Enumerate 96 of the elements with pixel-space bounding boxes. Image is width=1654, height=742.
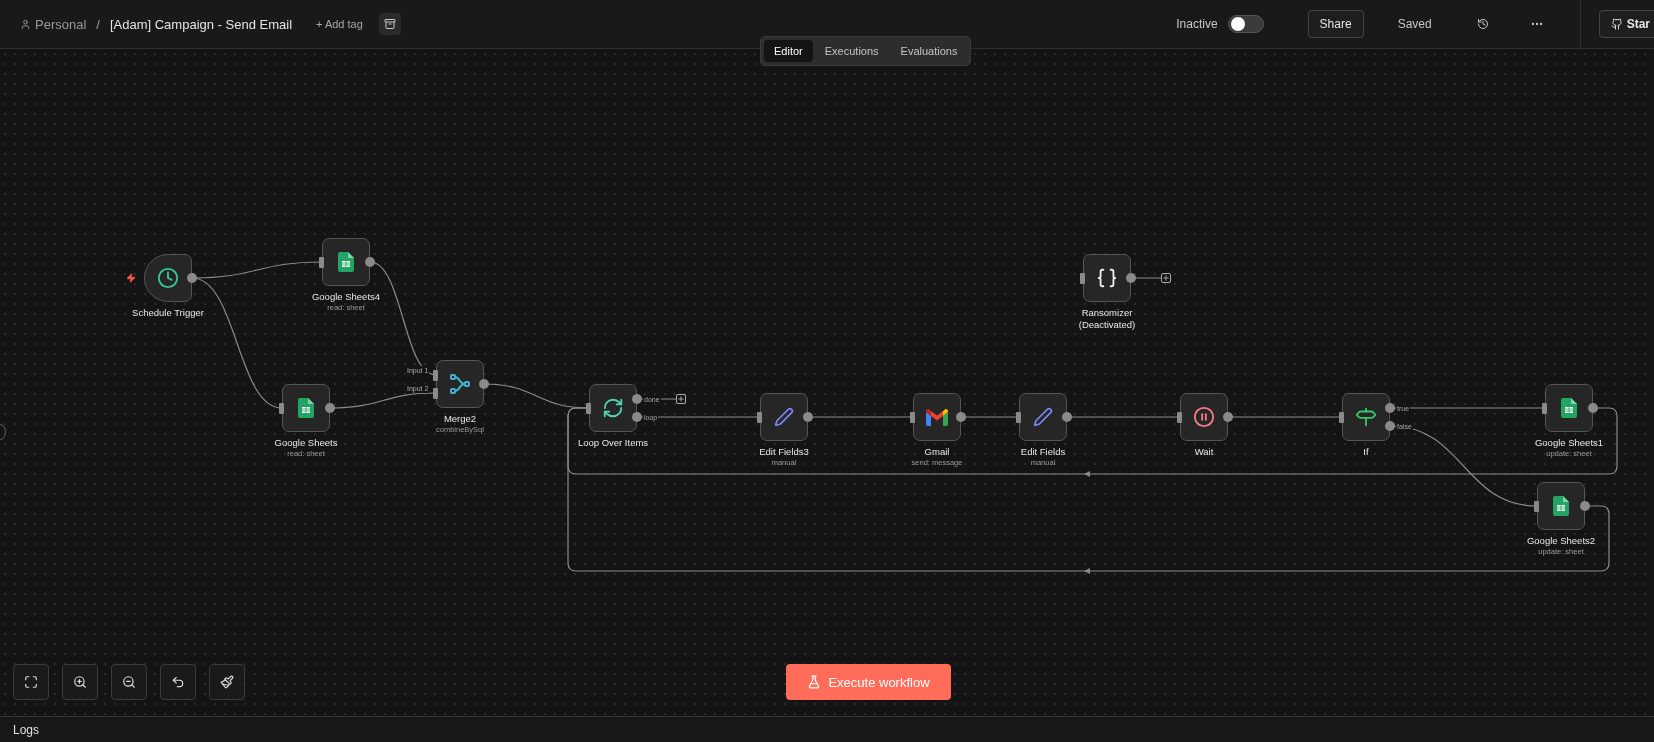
spreadsheet-icon	[1561, 398, 1577, 418]
output-port[interactable]	[325, 403, 335, 413]
input-port[interactable]	[1534, 500, 1539, 512]
undo-icon	[171, 675, 185, 689]
input-port[interactable]	[433, 369, 438, 381]
add-tag-button[interactable]: + Add tag	[310, 17, 369, 31]
trigger-bolt-icon	[126, 273, 136, 283]
spreadsheet-icon	[338, 252, 354, 272]
pen-icon	[1033, 407, 1053, 427]
input-port[interactable]	[586, 402, 591, 414]
view-tab[interactable]: Evaluations	[890, 40, 968, 62]
pause-icon	[1193, 406, 1215, 428]
undo-button[interactable]	[160, 664, 196, 700]
fit-view-button[interactable]	[13, 664, 49, 700]
archive-icon	[383, 18, 396, 30]
input-port[interactable]	[1339, 411, 1344, 423]
project-link[interactable]: Personal	[20, 16, 87, 32]
workflow-node[interactable]	[1083, 254, 1131, 302]
node-name: Gmail	[924, 446, 950, 457]
input-port[interactable]	[1080, 272, 1085, 284]
pen-icon	[774, 407, 794, 427]
output-port[interactable]	[187, 273, 197, 283]
activation-label: Inactive	[1176, 17, 1218, 31]
workflow-node[interactable]	[144, 254, 192, 302]
flask-icon	[807, 675, 822, 689]
clock-icon	[157, 267, 179, 289]
workflow-node[interactable]	[1537, 482, 1585, 530]
spreadsheet-icon	[298, 398, 314, 418]
node-name: Wait	[1194, 446, 1214, 457]
breadcrumb-separator: /	[96, 16, 100, 32]
view-tab[interactable]: Editor	[764, 40, 813, 62]
input-port[interactable]	[279, 402, 284, 414]
signpost-icon	[1355, 406, 1377, 428]
node-name: Google Sheets1	[1534, 437, 1604, 448]
fit-view-icon	[24, 675, 38, 689]
node-name: If	[1363, 446, 1369, 457]
user-icon	[20, 18, 31, 30]
github-icon	[1610, 18, 1623, 30]
workflow-node[interactable]	[1545, 384, 1593, 432]
workflow-node[interactable]	[436, 360, 484, 408]
share-button[interactable]: Share	[1307, 10, 1364, 38]
zoom-out-icon	[122, 675, 136, 689]
zoom-in-button[interactable]	[62, 664, 98, 700]
workflow-node[interactable]	[1019, 393, 1067, 441]
github-star-button[interactable]: Star	[1598, 10, 1654, 38]
node-name: Loop Over Items	[577, 437, 649, 448]
output-port[interactable]	[1580, 501, 1590, 511]
input-port[interactable]	[433, 387, 438, 399]
workflow-node[interactable]	[913, 393, 961, 441]
node-name: Google Sheets	[274, 437, 338, 448]
spreadsheet-icon	[1553, 496, 1569, 516]
output-port[interactable]	[479, 379, 489, 389]
node-name: Google Sheets4	[311, 291, 381, 302]
output-port[interactable]	[365, 257, 375, 267]
workflow-node[interactable]	[760, 393, 808, 441]
input-port[interactable]	[757, 411, 762, 423]
merge-icon	[449, 373, 471, 395]
output-port[interactable]	[1223, 412, 1233, 422]
node-status: (Deactivated)	[1078, 319, 1136, 330]
node-name: Google Sheets2	[1526, 535, 1596, 546]
output-port[interactable]	[803, 412, 813, 422]
brush-icon	[220, 675, 234, 689]
input-port[interactable]	[1542, 402, 1547, 414]
save-status: Saved	[1397, 17, 1432, 31]
archive-button[interactable]	[378, 13, 401, 35]
workflow-node[interactable]	[282, 384, 330, 432]
output-port[interactable]	[1126, 273, 1136, 283]
input-port[interactable]	[319, 256, 324, 268]
view-tab[interactable]: Executions	[814, 40, 889, 62]
output-port[interactable]	[956, 412, 966, 422]
add-node-button[interactable]	[1161, 273, 1171, 283]
logs-label[interactable]: Logs	[13, 722, 40, 737]
mail-icon	[926, 408, 948, 426]
input-port[interactable]	[1177, 411, 1182, 423]
input-port[interactable]	[1016, 411, 1021, 423]
node-name: Edit Fields	[1020, 446, 1066, 457]
workflow-node[interactable]	[1180, 393, 1228, 441]
node-name: Schedule Trigger	[132, 307, 204, 318]
node-name: Ransomizer	[1081, 307, 1133, 318]
input-port[interactable]	[910, 411, 915, 423]
workflow-node[interactable]	[589, 384, 637, 432]
node-name: Edit Fields3	[759, 446, 809, 457]
refresh-icon	[602, 397, 624, 419]
zoom-out-button[interactable]	[111, 664, 147, 700]
activation-toggle[interactable]	[1227, 15, 1264, 33]
history-icon	[1476, 18, 1489, 30]
zoom-in-icon	[73, 675, 87, 689]
clear-button[interactable]	[209, 664, 245, 700]
node-name: Merge2	[443, 413, 477, 424]
add-node-button[interactable]	[676, 394, 686, 404]
output-port[interactable]	[1588, 403, 1598, 413]
braces-icon	[1096, 267, 1118, 289]
workflow-node[interactable]	[1342, 393, 1390, 441]
workflow-title[interactable]: [Adam] Campaign - Send Email	[109, 16, 293, 32]
workflow-node[interactable]	[322, 238, 370, 286]
output-port[interactable]	[1062, 412, 1072, 422]
